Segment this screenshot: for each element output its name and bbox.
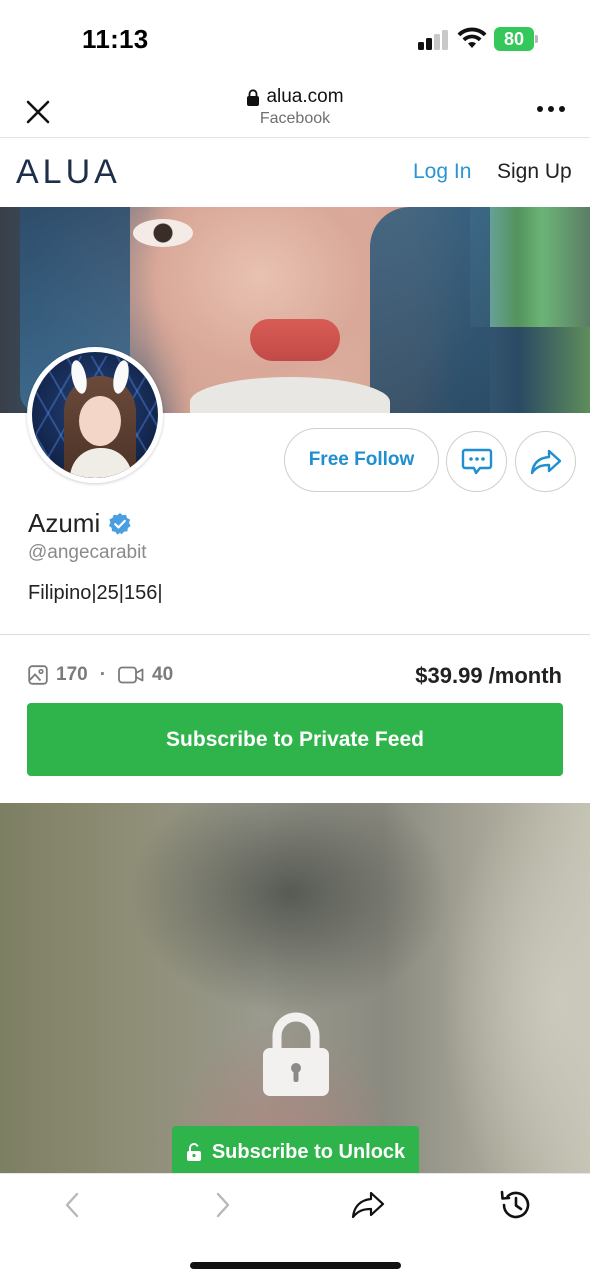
- status-time: 11:13: [82, 24, 149, 54]
- share-icon[interactable]: [351, 1188, 385, 1222]
- profile-name: Azumi: [28, 508, 101, 538]
- battery-level: 80: [503, 29, 525, 49]
- wifi-icon: [457, 27, 487, 48]
- signal-icon: [418, 30, 450, 50]
- more-icon[interactable]: [537, 106, 567, 114]
- profile-handle: @angecarabit: [28, 542, 147, 563]
- verified-badge-icon: [109, 512, 131, 535]
- message-icon: [461, 448, 492, 474]
- message-button[interactable]: [446, 431, 507, 492]
- free-follow-button[interactable]: Free Follow: [284, 428, 439, 492]
- url-display[interactable]: alua.com Facebook: [145, 86, 445, 128]
- back-icon[interactable]: [56, 1188, 90, 1222]
- home-indicator: [190, 1262, 401, 1269]
- subscribe-to-unlock-button[interactable]: Subscribe to Unlock: [172, 1126, 419, 1178]
- unlock-icon: [186, 1143, 201, 1161]
- photo-count: 170: [56, 664, 88, 685]
- alua-logo[interactable]: ALUA: [16, 153, 121, 192]
- browser-bar: alua.com Facebook: [0, 80, 590, 138]
- avatar[interactable]: [27, 347, 163, 483]
- close-icon[interactable]: [22, 96, 54, 128]
- profile-bio: Filipino|25|156|: [28, 582, 163, 604]
- lock-icon: [263, 1012, 329, 1096]
- login-link[interactable]: Log In: [413, 160, 471, 184]
- battery-icon: 80: [494, 27, 538, 51]
- profile-name-row: Azumi: [28, 508, 132, 539]
- signup-link[interactable]: Sign Up: [497, 160, 572, 184]
- stats-separator: ·: [99, 664, 107, 685]
- subscribe-button[interactable]: Subscribe to Private Feed: [27, 703, 563, 776]
- video-count: 40: [152, 664, 174, 685]
- site-nav: ALUA Log In Sign Up: [0, 139, 590, 207]
- subscription-price: $39.99 /month: [415, 663, 562, 688]
- url-domain: alua.com: [266, 86, 344, 107]
- url-source: Facebook: [259, 110, 331, 127]
- divider: [0, 634, 590, 635]
- unlock-label: Subscribe to Unlock: [211, 1140, 406, 1163]
- history-icon[interactable]: [499, 1188, 533, 1222]
- photo-icon: [28, 665, 48, 685]
- share-icon: [530, 449, 561, 474]
- video-icon: [118, 666, 144, 684]
- forward-icon[interactable]: [205, 1188, 239, 1222]
- media-stats: 170 · 40: [28, 664, 173, 686]
- share-button[interactable]: [515, 431, 576, 492]
- locked-post[interactable]: [0, 803, 590, 1175]
- lock-icon: [247, 88, 260, 106]
- status-bar: 11:13 80: [0, 0, 590, 80]
